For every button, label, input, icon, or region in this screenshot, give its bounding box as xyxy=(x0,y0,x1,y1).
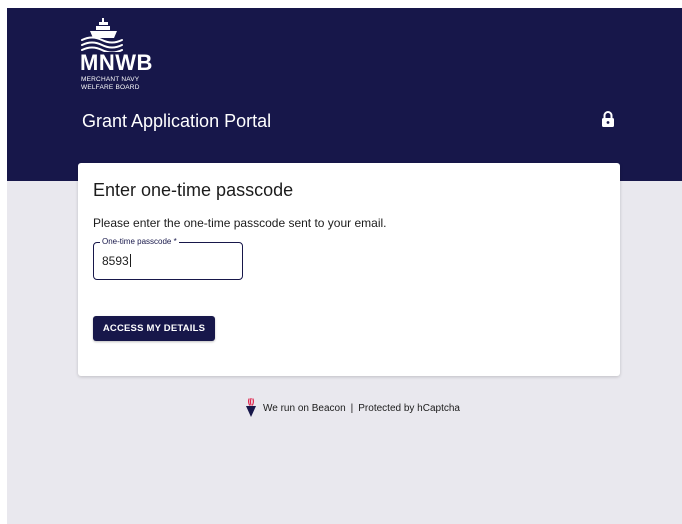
logo-name-line-2: WELFARE BOARD xyxy=(81,84,140,91)
lock-icon[interactable] xyxy=(601,110,615,128)
portal-title: Grant Application Portal xyxy=(82,111,272,131)
otp-field-label: One-time passcode * xyxy=(100,237,179,247)
footer: We run on Beacon | Protected by hCaptcha xyxy=(245,398,460,418)
otp-card: Enter one-time passcode Please enter the… xyxy=(78,163,620,376)
beacon-torch-icon[interactable] xyxy=(245,398,257,418)
logo-name-line-1: MERCHANT NAVY xyxy=(81,76,140,83)
hcaptcha-text[interactable]: Protected by hCaptcha xyxy=(358,403,460,414)
footer-separator: | xyxy=(350,402,354,414)
access-my-details-button[interactable]: ACCESS MY DETAILS xyxy=(93,316,215,341)
otp-input[interactable]: 8593 xyxy=(102,254,131,268)
otp-instruction: Please enter the one-time passcode sent … xyxy=(93,216,387,230)
otp-input-value: 8593 xyxy=(102,254,129,268)
mnwb-logo[interactable]: MNWB MERCHANT NAVY WELFARE BOARD xyxy=(80,16,180,96)
ship-on-waves-icon xyxy=(81,18,123,52)
logo-abbreviation: MNWB xyxy=(80,50,153,75)
text-caret xyxy=(129,254,131,267)
beacon-credit-text[interactable]: We run on Beacon xyxy=(263,403,346,414)
header-band: MNWB MERCHANT NAVY WELFARE BOARD Grant A… xyxy=(7,8,682,181)
otp-input-field[interactable]: One-time passcode * 8593 xyxy=(93,237,243,280)
page: MNWB MERCHANT NAVY WELFARE BOARD Grant A… xyxy=(7,8,682,524)
card-title: Enter one-time passcode xyxy=(93,180,294,200)
